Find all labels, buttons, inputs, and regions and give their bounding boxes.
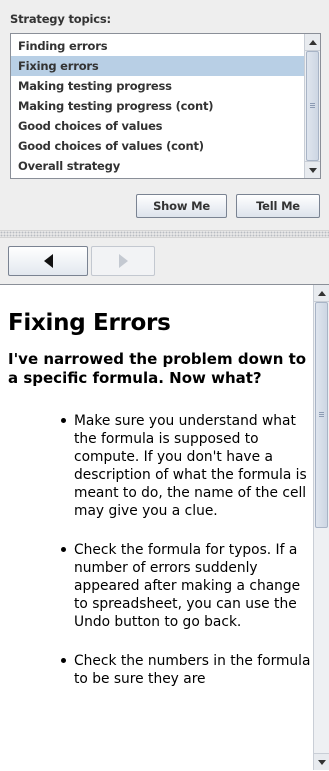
chevron-down-icon [317, 759, 326, 765]
topics-scrollbar[interactable] [304, 34, 320, 178]
forward-arrow-icon [118, 254, 128, 268]
content-scroll-thumb[interactable] [315, 302, 328, 528]
topic-item-good-choices-of-values-cont[interactable]: Good choices of values (cont) [11, 136, 305, 156]
topic-item-fixing-errors[interactable]: Fixing errors [11, 56, 305, 76]
back-arrow-icon [43, 254, 53, 268]
topics-items: Finding errors Fixing errors Making test… [11, 36, 305, 176]
topics-scroll-up-button[interactable] [305, 34, 320, 51]
strategy-topics-title: Strategy topics: [10, 12, 111, 26]
topic-item-making-testing-progress-cont[interactable]: Making testing progress (cont) [11, 96, 305, 116]
topic-item-finding-errors[interactable]: Finding errors [11, 36, 305, 56]
chevron-up-icon [317, 290, 326, 296]
topic-item-making-testing-progress[interactable]: Making testing progress [11, 76, 305, 96]
help-page-title: Fixing Errors [8, 310, 171, 336]
bullet-text: Check the formula for typos. If a number… [74, 542, 301, 630]
bullet-icon [61, 547, 66, 552]
help-window: Strategy topics: Finding errors Fixing e… [0, 0, 329, 771]
topic-item-good-choices-of-values[interactable]: Good choices of values [11, 116, 305, 136]
forward-button[interactable] [91, 246, 155, 276]
topics-scroll-thumb[interactable] [306, 51, 319, 161]
split-pane-divider[interactable] [0, 230, 329, 238]
strategy-topics-list[interactable]: Finding errors Fixing errors Making test… [10, 33, 321, 179]
bullet-text: Make sure you understand what the formul… [74, 413, 307, 519]
bullet-icon [61, 418, 66, 423]
grip-icon [319, 412, 324, 418]
help-question: I've narrowed the problem down to a spec… [8, 350, 307, 387]
topic-item-overall-strategy[interactable]: Overall strategy [11, 156, 305, 176]
topics-scroll-down-button[interactable] [305, 161, 320, 178]
show-me-button[interactable]: Show Me [136, 194, 227, 218]
bullet-text: Check the numbers in the formula to be s… [74, 653, 311, 687]
tell-me-button[interactable]: Tell Me [236, 194, 320, 218]
help-bullet-list: Make sure you understand what the formul… [8, 412, 311, 688]
bullet-icon [61, 658, 66, 663]
content-scroll-down-button[interactable] [314, 753, 329, 770]
list-item: Check the formula for typos. If a number… [61, 541, 311, 631]
list-item: Make sure you understand what the formul… [61, 412, 311, 520]
help-content-pane: Fixing Errors I've narrowed the problem … [0, 284, 329, 771]
chevron-up-icon [308, 39, 317, 45]
back-button[interactable] [8, 246, 88, 276]
list-item: Check the numbers in the formula to be s… [61, 652, 311, 688]
navigation-bar [0, 238, 329, 284]
content-scroll-up-button[interactable] [314, 285, 329, 302]
content-scrollbar[interactable] [313, 285, 329, 770]
grip-icon [310, 103, 315, 109]
help-content: Fixing Errors I've narrowed the problem … [8, 292, 311, 770]
strategy-topics-panel: Strategy topics: Finding errors Fixing e… [0, 0, 329, 230]
chevron-down-icon [308, 167, 317, 173]
